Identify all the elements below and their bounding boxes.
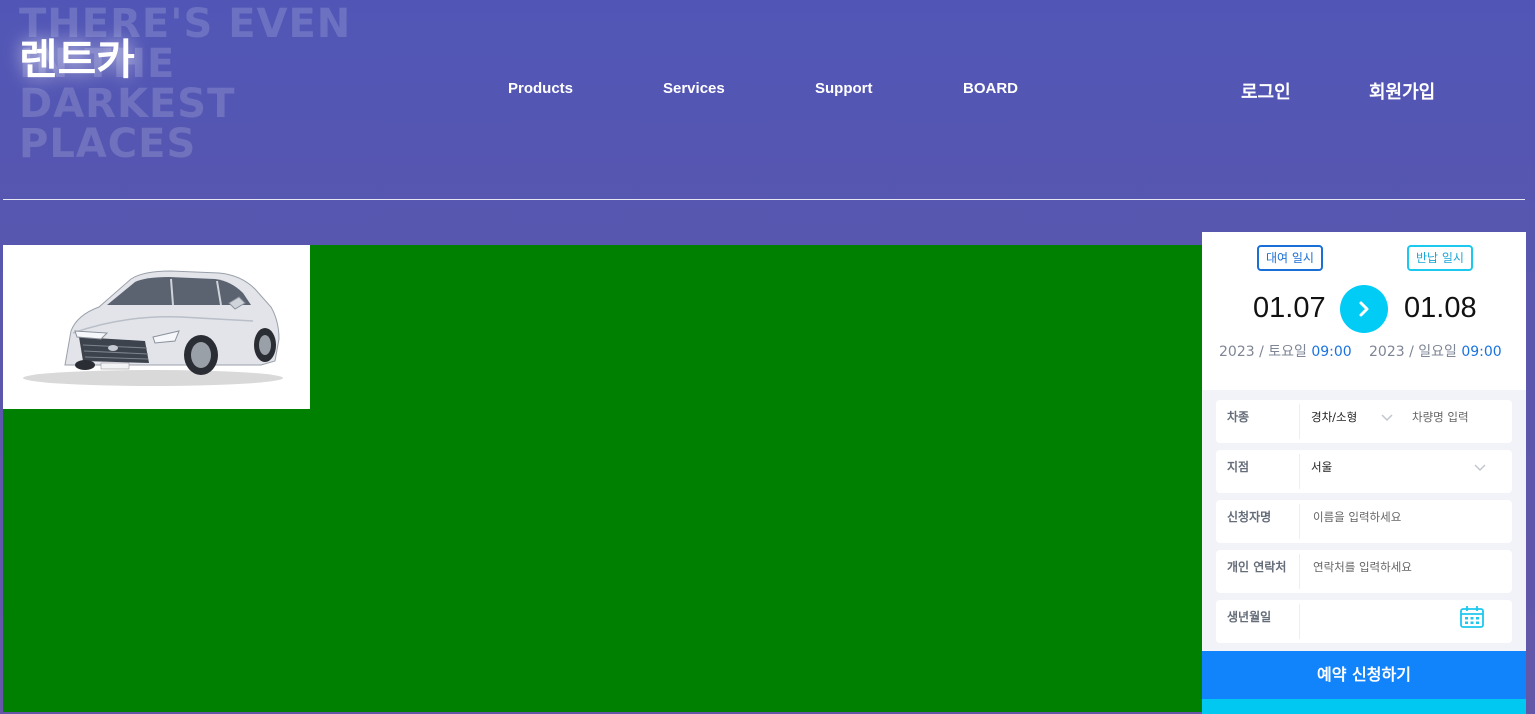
- contact-row: 개인 연락처 연락처를 입력하세요: [1216, 550, 1512, 593]
- chevron-down-icon[interactable]: [1474, 464, 1486, 472]
- login-link[interactable]: 로그인: [1241, 78, 1291, 104]
- return-date-detail: 2023 / 일요일 09:00: [1369, 341, 1502, 361]
- return-date[interactable]: 01.08: [1404, 292, 1477, 325]
- branch-label: 지점: [1227, 460, 1250, 474]
- birth-row: 생년월일: [1216, 600, 1512, 643]
- rental-date-badge[interactable]: 대여 일시: [1257, 245, 1323, 271]
- signup-link[interactable]: 회원가입: [1369, 78, 1435, 104]
- car-image-card[interactable]: [3, 245, 310, 409]
- header-divider: [3, 199, 1525, 200]
- site-header: THERE'S EVEN IN THE DARKEST PLACES 렌트카 P…: [0, 0, 1535, 200]
- nav-support[interactable]: Support: [815, 80, 873, 97]
- field-separator: [1299, 504, 1300, 539]
- nav-board[interactable]: BOARD: [963, 80, 1018, 97]
- return-time[interactable]: 09:00: [1461, 344, 1501, 360]
- main-content-area: [3, 245, 1202, 712]
- contact-input[interactable]: 연락처를 입력하세요: [1313, 559, 1412, 575]
- contact-label: 개인 연락처: [1227, 560, 1287, 574]
- car-name-input[interactable]: 차량명 입력: [1412, 409, 1469, 425]
- chevron-down-icon[interactable]: [1381, 414, 1393, 422]
- branch-row: 지점 서울: [1216, 450, 1512, 493]
- car-type-label: 차종: [1227, 410, 1250, 424]
- rental-date-detail: 2023 / 토요일 09:00: [1219, 341, 1352, 361]
- car-type-select[interactable]: 경차/소형: [1311, 409, 1357, 425]
- rental-year-day: 2023 / 토요일: [1219, 344, 1307, 360]
- car-type-row: 차종 경차/소형 차량명 입력: [1216, 400, 1512, 443]
- site-logo[interactable]: 렌트카: [19, 26, 135, 87]
- field-separator: [1299, 604, 1300, 639]
- birth-date-input[interactable]: [1308, 606, 1458, 636]
- car-image: [23, 270, 283, 386]
- reservation-panel: 대여 일시 반납 일시 01.07 01.08 2023 / 토요일 09:00…: [1202, 232, 1526, 714]
- reserve-submit-button[interactable]: 예약 신청하기: [1202, 651, 1526, 699]
- applicant-row: 신청자명 이름을 입력하세요: [1216, 500, 1512, 543]
- field-separator: [1299, 454, 1300, 489]
- nav-services[interactable]: Services: [663, 80, 725, 97]
- branch-select[interactable]: 서울: [1311, 459, 1332, 475]
- rental-period: 대여 일시 반납 일시 01.07 01.08 2023 / 토요일 09:00…: [1202, 232, 1526, 390]
- applicant-label: 신청자명: [1227, 510, 1272, 524]
- panel-bottom-strip: [1202, 699, 1526, 714]
- return-date-badge[interactable]: 반납 일시: [1407, 245, 1473, 271]
- field-separator: [1299, 404, 1300, 439]
- rental-time[interactable]: 09:00: [1311, 344, 1351, 360]
- chevron-right-icon: [1359, 301, 1369, 317]
- applicant-input[interactable]: 이름을 입력하세요: [1313, 509, 1401, 525]
- return-year-day: 2023 / 일요일: [1369, 344, 1457, 360]
- rental-date[interactable]: 01.07: [1253, 292, 1326, 325]
- calendar-icon[interactable]: [1459, 605, 1485, 629]
- date-arrow-button[interactable]: [1340, 285, 1388, 333]
- field-separator: [1299, 554, 1300, 589]
- nav-products[interactable]: Products: [508, 80, 573, 97]
- birth-label: 생년월일: [1227, 610, 1272, 624]
